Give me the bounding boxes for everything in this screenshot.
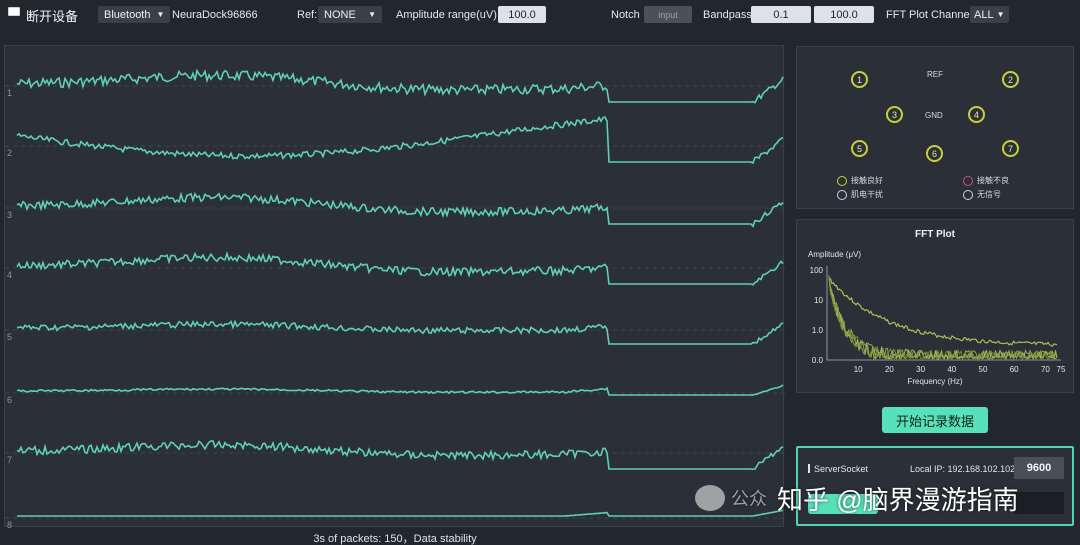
ref-electrode-label: REF (927, 70, 943, 79)
gnd-electrode-label: GND (925, 111, 943, 120)
channel-trace-1 (16, 68, 784, 104)
fft-axes (826, 266, 1061, 361)
good-contact-icon (837, 175, 847, 186)
port-input[interactable]: 9600 (1014, 457, 1064, 479)
status-bar: 3s of packets: 150，Data stability (313, 533, 477, 545)
watermark-prefix: 公众 (731, 489, 767, 509)
fft-x-tick: 50 (979, 365, 988, 374)
channel-trace-5 (16, 319, 784, 345)
channel-trace-2 (16, 115, 784, 165)
caret-down-icon: ▼ (368, 10, 376, 19)
fft-x-tick: 70 (1041, 365, 1050, 374)
wechat-icon (695, 485, 725, 511)
fft-x-tick: 60 (1010, 365, 1019, 374)
fft-series-1 (828, 277, 1058, 347)
legend-no-signal: 无信号 (963, 189, 1001, 200)
disconnect-label: 断开设备 (26, 8, 79, 24)
amplitude-label: Amplitude range(uV) (396, 9, 497, 21)
fft-plot: 100 10 1.0 0.0 10 20 30 40 50 60 70 75 (810, 266, 1066, 374)
amplitude-input[interactable]: 100.0 (498, 6, 546, 23)
channel-trace-6 (16, 384, 784, 396)
ref-select[interactable]: NONE ▼ (318, 6, 382, 23)
fft-channel-select[interactable]: ALL ▼ (970, 6, 1009, 23)
watermark: 公众 知乎 @脑界漫游指南 (695, 480, 1019, 516)
electrode-2: 2 (1002, 71, 1019, 88)
legend-good: 接触良好 (837, 175, 883, 186)
disconnect-button[interactable]: 断开设备 (8, 3, 78, 27)
channel-label-3: 3 (7, 210, 13, 220)
channel-label-1: 1 (7, 88, 13, 98)
ref-label: Ref: (297, 9, 318, 21)
fft-plot-panel: FFT Plot Amplitude (μV) 100 10 1.0 0.0 10 20 3… (796, 219, 1074, 393)
channel-trace-4 (16, 251, 784, 286)
fft-y-tick: 0.0 (812, 356, 824, 365)
channel-label-5: 5 (7, 332, 13, 342)
notch-input[interactable]: input (644, 6, 692, 23)
legend-bad: 接触不良 (963, 175, 1009, 186)
bandpass-label: Bandpass (703, 9, 752, 21)
window-icon (8, 6, 20, 16)
fft-series-4 (828, 279, 1058, 361)
channel-trace-3 (16, 191, 784, 228)
electrode-7: 7 (1002, 140, 1019, 157)
fft-x-axis-label: Frequency (Hz) (907, 377, 963, 386)
connection-type-value: Bluetooth (104, 8, 151, 21)
electrode-6: 6 (926, 145, 943, 162)
fft-y-tick: 100 (810, 266, 824, 275)
electrode-5: 5 (851, 140, 868, 157)
channel-label-8: 8 (7, 520, 13, 530)
start-recording-button[interactable]: 开始记录数据 (882, 407, 988, 433)
channel-label-2: 2 (7, 148, 13, 158)
channel-label-4: 4 (7, 270, 13, 280)
fft-channel-label: FFT Plot Channel: (886, 9, 976, 21)
fft-x-tick: 30 (916, 365, 925, 374)
no-signal-icon (963, 189, 973, 200)
electrode-3: 3 (886, 106, 903, 123)
legend-emg: 肌电干扰 (837, 189, 883, 200)
waveform-panel[interactable]: 1 2 3 4 5 6 7 8 (4, 45, 785, 530)
channel-label-6: 6 (7, 395, 13, 405)
connection-type-select[interactable]: Bluetooth ▼ (98, 6, 171, 23)
bad-contact-icon (963, 175, 973, 186)
fft-channel-value: ALL (974, 8, 994, 21)
local-ip-label: Local IP: 192.168.102.102 (910, 464, 1016, 474)
electrode-4: 4 (968, 106, 985, 123)
caret-down-icon: ▼ (156, 10, 165, 19)
channel-trace-7 (16, 440, 784, 471)
server-socket-label: ServerSocket (808, 464, 868, 474)
caret-down-icon: ▼ (996, 10, 1005, 19)
socket-secondary-button[interactable] (1014, 492, 1064, 514)
device-name: NeuraDock96866 (172, 9, 258, 21)
fft-y-tick: 1.0 (812, 326, 824, 335)
fft-x-tick: 40 (947, 365, 956, 374)
ref-value: NONE (324, 8, 356, 21)
fft-x-tick: 10 (854, 365, 863, 374)
notch-label: Notch (611, 9, 640, 21)
electrode-1: 1 (851, 71, 868, 88)
fft-x-tick: 75 (1057, 365, 1066, 374)
toolbar: 断开设备 Bluetooth ▼ NeuraDock96866 Ref: NON… (0, 0, 1080, 30)
channel-trace-8 (17, 509, 784, 517)
eeg-waveform-plot (5, 68, 785, 519)
watermark-text: 知乎 @脑界漫游指南 (777, 484, 1019, 515)
fft-y-tick: 10 (814, 296, 823, 305)
fft-x-tick: 20 (885, 365, 894, 374)
channel-label-7: 7 (7, 455, 13, 465)
emg-interference-icon (837, 189, 847, 200)
bandpass-low-input[interactable]: 0.1 (751, 6, 811, 23)
electrode-map-panel: REF GND 1 2 3 4 5 6 7 接触良好 接触不良 肌电干扰 无信号 (796, 46, 1074, 209)
bandpass-high-input[interactable]: 100.0 (814, 6, 874, 23)
